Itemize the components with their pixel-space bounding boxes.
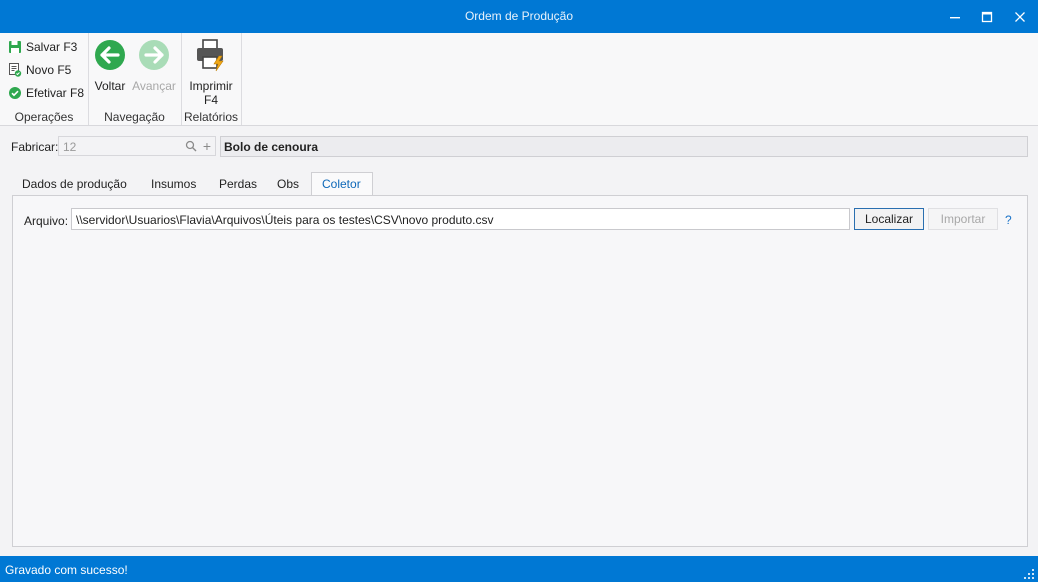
localizar-button[interactable]: Localizar [854,208,924,230]
window-title: Ordem de Produção [464,9,574,23]
arquivo-input[interactable]: \\servidor\Usuarios\Flavia\Arquivos\Útei… [71,208,850,230]
group-label-operacoes: Operações [14,110,74,124]
group-label-navegacao: Navegação [104,110,165,124]
voltar-label: Voltar [94,79,126,93]
coletor-panel: Arquivo: \\servidor\Usuarios\Flavia\Arqu… [12,195,1028,547]
imprimir-button[interactable]: Imprimir F4 [185,38,237,107]
ribbon: Salvar F3 Novo F5 Efetivar F8 Operações … [0,33,1038,126]
title-bar: Ordem de Produção [0,0,1038,33]
importar-button[interactable]: Importar [928,208,998,230]
group-navegacao: Voltar Avançar Navegação [88,33,182,125]
help-link[interactable]: ? [1005,213,1012,227]
resize-grip-icon[interactable] [1024,569,1034,579]
group-relatorios: Imprimir F4 Relatórios [181,33,242,125]
avancar-label: Avançar [132,79,176,93]
fabricar-code-field[interactable]: 12 + [58,136,216,156]
close-button[interactable] [1003,0,1037,33]
tab-insumos[interactable]: Insumos [141,172,206,196]
minimize-button[interactable] [938,0,972,33]
salvar-label: Salvar F3 [26,40,78,54]
fabricar-label: Fabricar: [11,140,59,154]
avancar-button[interactable]: Avançar [131,38,177,93]
maximize-icon [981,11,993,22]
arrow-right-circle-icon [139,40,169,70]
save-icon [8,40,22,54]
group-label-relatorios: Relatórios [183,110,239,124]
novo-button[interactable]: Novo F5 [8,60,71,80]
new-document-icon [8,63,22,77]
efetivar-label: Efetivar F8 [26,86,85,100]
tab-obs[interactable]: Obs [267,172,309,196]
tab-coletor[interactable]: Coletor [311,172,373,197]
status-message: Gravado com sucesso! [5,563,128,577]
efetivar-button[interactable]: Efetivar F8 [8,83,84,103]
imprimir-label: Imprimir [189,79,233,93]
minimize-icon [950,16,960,18]
salvar-button[interactable]: Salvar F3 [8,37,77,57]
group-operacoes: Salvar F3 Novo F5 Efetivar F8 Operações [0,33,89,125]
fabricar-name-value: Bolo de cenoura [224,140,319,154]
check-circle-icon [8,86,22,100]
search-icon[interactable] [185,140,197,155]
voltar-button[interactable]: Voltar [92,38,128,93]
fabricar-name-field: Bolo de cenoura [220,136,1028,157]
maximize-button[interactable] [970,0,1004,33]
arrow-left-circle-icon [95,40,125,70]
imprimir-key: F4 [203,93,218,107]
arquivo-label: Arquivo: [24,214,69,228]
arquivo-value: \\servidor\Usuarios\Flavia\Arquivos\Útei… [76,213,494,227]
tab-perdas[interactable]: Perdas [209,172,267,196]
close-icon [1015,11,1025,22]
fabricar-code-value: 12 [63,140,77,154]
status-bar: Gravado com sucesso! [0,556,1038,582]
novo-label: Novo F5 [26,63,72,77]
printer-icon [197,39,224,72]
tab-dados-de-producao[interactable]: Dados de produção [12,172,137,196]
plus-icon[interactable]: + [203,138,211,154]
